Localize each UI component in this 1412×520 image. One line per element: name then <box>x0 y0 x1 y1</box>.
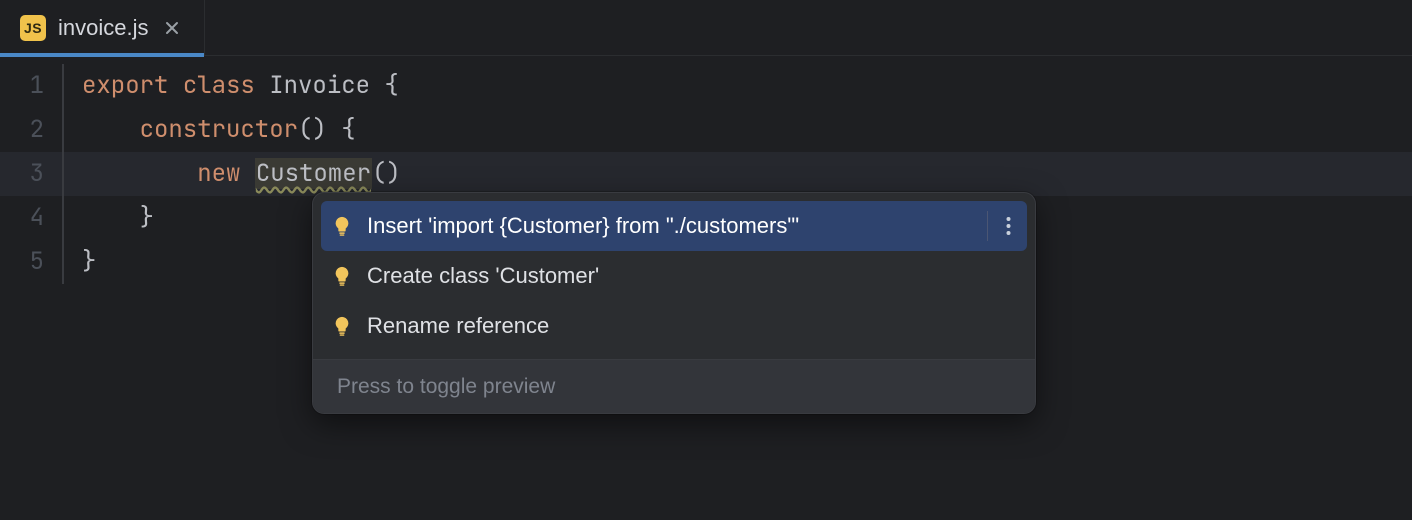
code-content: } <box>64 196 154 240</box>
intention-item-more-button[interactable] <box>987 211 1017 241</box>
more-vertical-icon <box>1006 216 1011 236</box>
intention-item-2[interactable]: Rename reference <box>321 301 1027 351</box>
line-number: 3 <box>0 152 62 196</box>
code-editor[interactable]: 1export class Invoice {2 constructor() {… <box>0 56 1412 284</box>
lightbulb-icon <box>331 315 353 337</box>
intention-item-1[interactable]: Create class 'Customer' <box>321 251 1027 301</box>
code-line[interactable]: 2 constructor() { <box>0 108 1412 152</box>
intention-item-label: Rename reference <box>367 304 1017 348</box>
popup-footer-hint: Press to toggle preview <box>313 359 1035 413</box>
lightbulb-icon <box>331 215 353 237</box>
code-content: new Customer() <box>64 152 401 196</box>
line-number: 5 <box>0 240 62 284</box>
tab-title: invoice.js <box>58 15 148 41</box>
intention-list: Insert 'import {Customer} from "./custom… <box>313 193 1035 359</box>
code-content: } <box>64 240 96 284</box>
line-number: 1 <box>0 64 62 108</box>
code-line[interactable]: 3 new Customer() <box>0 152 1412 196</box>
code-content: constructor() { <box>64 108 356 152</box>
line-number: 4 <box>0 196 62 240</box>
code-content: export class Invoice { <box>64 64 399 108</box>
js-file-icon: JS <box>20 15 46 41</box>
intention-item-label: Insert 'import {Customer} from "./custom… <box>367 204 973 248</box>
lightbulb-icon <box>331 265 353 287</box>
intention-popup: Insert 'import {Customer} from "./custom… <box>312 192 1036 414</box>
tab-bar: JS invoice.js <box>0 0 1412 56</box>
tab-invoice-js[interactable]: JS invoice.js <box>0 0 205 56</box>
close-tab-button[interactable] <box>160 16 184 40</box>
intention-item-label: Create class 'Customer' <box>367 254 1017 298</box>
intention-item-0[interactable]: Insert 'import {Customer} from "./custom… <box>321 201 1027 251</box>
line-number: 2 <box>0 108 62 152</box>
code-line[interactable]: 1export class Invoice { <box>0 64 1412 108</box>
close-icon <box>165 21 179 35</box>
